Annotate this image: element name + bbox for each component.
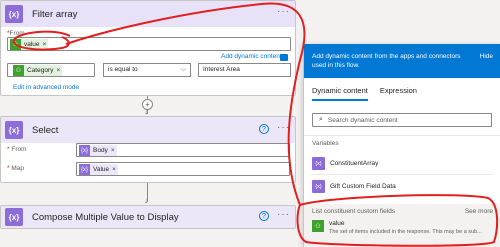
search-icon: ⌕ — [319, 116, 323, 123]
select-card: {x} Select ? ··· * From {x} Body × * Map… — [0, 116, 296, 183]
variable-icon: {x} — [79, 164, 90, 175]
map-label: * Map — [7, 165, 24, 172]
see-more-link[interactable]: See more — [465, 208, 493, 215]
card-title: Select — [32, 124, 59, 136]
connector-icon: ⚇ — [13, 65, 24, 76]
remove-token-icon[interactable]: × — [112, 166, 118, 173]
custom-fields-label: List constituent custom fields — [312, 208, 396, 215]
select-map-input[interactable]: {x} Value × — [76, 162, 290, 176]
compose-card[interactable]: {x} Compose Multiple Value to Display ? … — [0, 205, 296, 229]
variable-icon: {x} — [312, 180, 325, 193]
flow-designer: {x} Filter array ··· *From ⚇ value × Add… — [0, 0, 500, 247]
variable-item-gift-custom-field-data[interactable]: {x} Gift Custom Field Data — [312, 180, 396, 193]
more-options-icon[interactable]: ··· — [277, 123, 290, 133]
remove-token-icon[interactable]: × — [56, 67, 62, 74]
panel-tabs: Dynamic content Expression — [312, 86, 417, 101]
divider — [312, 174, 493, 175]
compose-header[interactable]: {x} Compose Multiple Value to Display ? … — [1, 206, 295, 228]
select-from-input[interactable]: {x} Body × — [76, 143, 290, 157]
chevron-down-icon: ⌵ — [180, 66, 186, 73]
condition-value-input[interactable]: Interest Area — [198, 63, 291, 77]
arrow-down-icon: ↓ — [144, 107, 148, 116]
tab-dynamic-content[interactable]: Dynamic content — [312, 86, 368, 101]
connector-icon: ⚇ — [312, 220, 324, 232]
filter-array-header[interactable]: {x} Filter array ··· — [1, 1, 295, 27]
dynamic-content-icon[interactable] — [280, 54, 288, 61]
help-icon[interactable]: ? — [259, 124, 269, 134]
variable-icon: {x} — [5, 5, 23, 23]
arrow-down-icon: ↓ — [144, 196, 148, 205]
filter-array-card: {x} Filter array ··· *From ⚇ value × Add… — [0, 0, 296, 96]
variables-label: Variables — [312, 140, 339, 147]
more-options-icon[interactable]: ··· — [277, 210, 290, 220]
from-label: *From — [7, 30, 25, 37]
search-input[interactable]: ⌕ Search dynamic content — [312, 113, 492, 127]
tab-expression[interactable]: Expression — [380, 86, 417, 101]
hide-button[interactable]: Hide — [480, 52, 493, 61]
help-icon[interactable]: ? — [259, 211, 269, 221]
variable-item-constituentarray[interactable]: {x} ConstituentArray — [312, 157, 378, 170]
body-token[interactable]: {x} Body × — [79, 145, 117, 156]
dynamic-content-panel: Add dynamic content from the apps and co… — [303, 44, 500, 247]
variable-icon: {x} — [312, 157, 325, 170]
operator-select[interactable]: is equal to ⌵ — [103, 63, 191, 77]
dynamic-value-item[interactable]: ⚇ value The set of items included in the… — [312, 220, 482, 235]
variable-icon: {x} — [5, 208, 23, 226]
category-token[interactable]: ⚇ Category × — [13, 65, 63, 76]
select-header[interactable]: {x} Select ? ··· — [1, 117, 295, 143]
card-title: Filter array — [32, 8, 78, 20]
from-label: * From — [7, 146, 27, 153]
more-options-icon[interactable]: ··· — [277, 7, 290, 17]
connector-icon: ⚇ — [10, 39, 21, 50]
divider — [304, 135, 500, 136]
panel-header: Add dynamic content from the apps and co… — [304, 44, 500, 78]
variable-icon: {x} — [5, 121, 23, 139]
condition-left-input[interactable]: ⚇ Category × — [7, 63, 95, 77]
from-input[interactable]: ⚇ value × — [7, 37, 291, 51]
remove-token-icon[interactable]: × — [111, 147, 117, 154]
card-title: Compose Multiple Value to Display — [32, 211, 179, 223]
add-dynamic-content-link[interactable]: Add dynamic content — [221, 53, 282, 60]
edit-advanced-mode-link[interactable]: Edit in advanced mode — [13, 84, 79, 91]
value-token[interactable]: ⚇ value × — [10, 39, 49, 50]
remove-token-icon[interactable]: × — [43, 41, 49, 48]
variable-icon: {x} — [79, 145, 90, 156]
value-token[interactable]: {x} Value × — [79, 164, 118, 175]
